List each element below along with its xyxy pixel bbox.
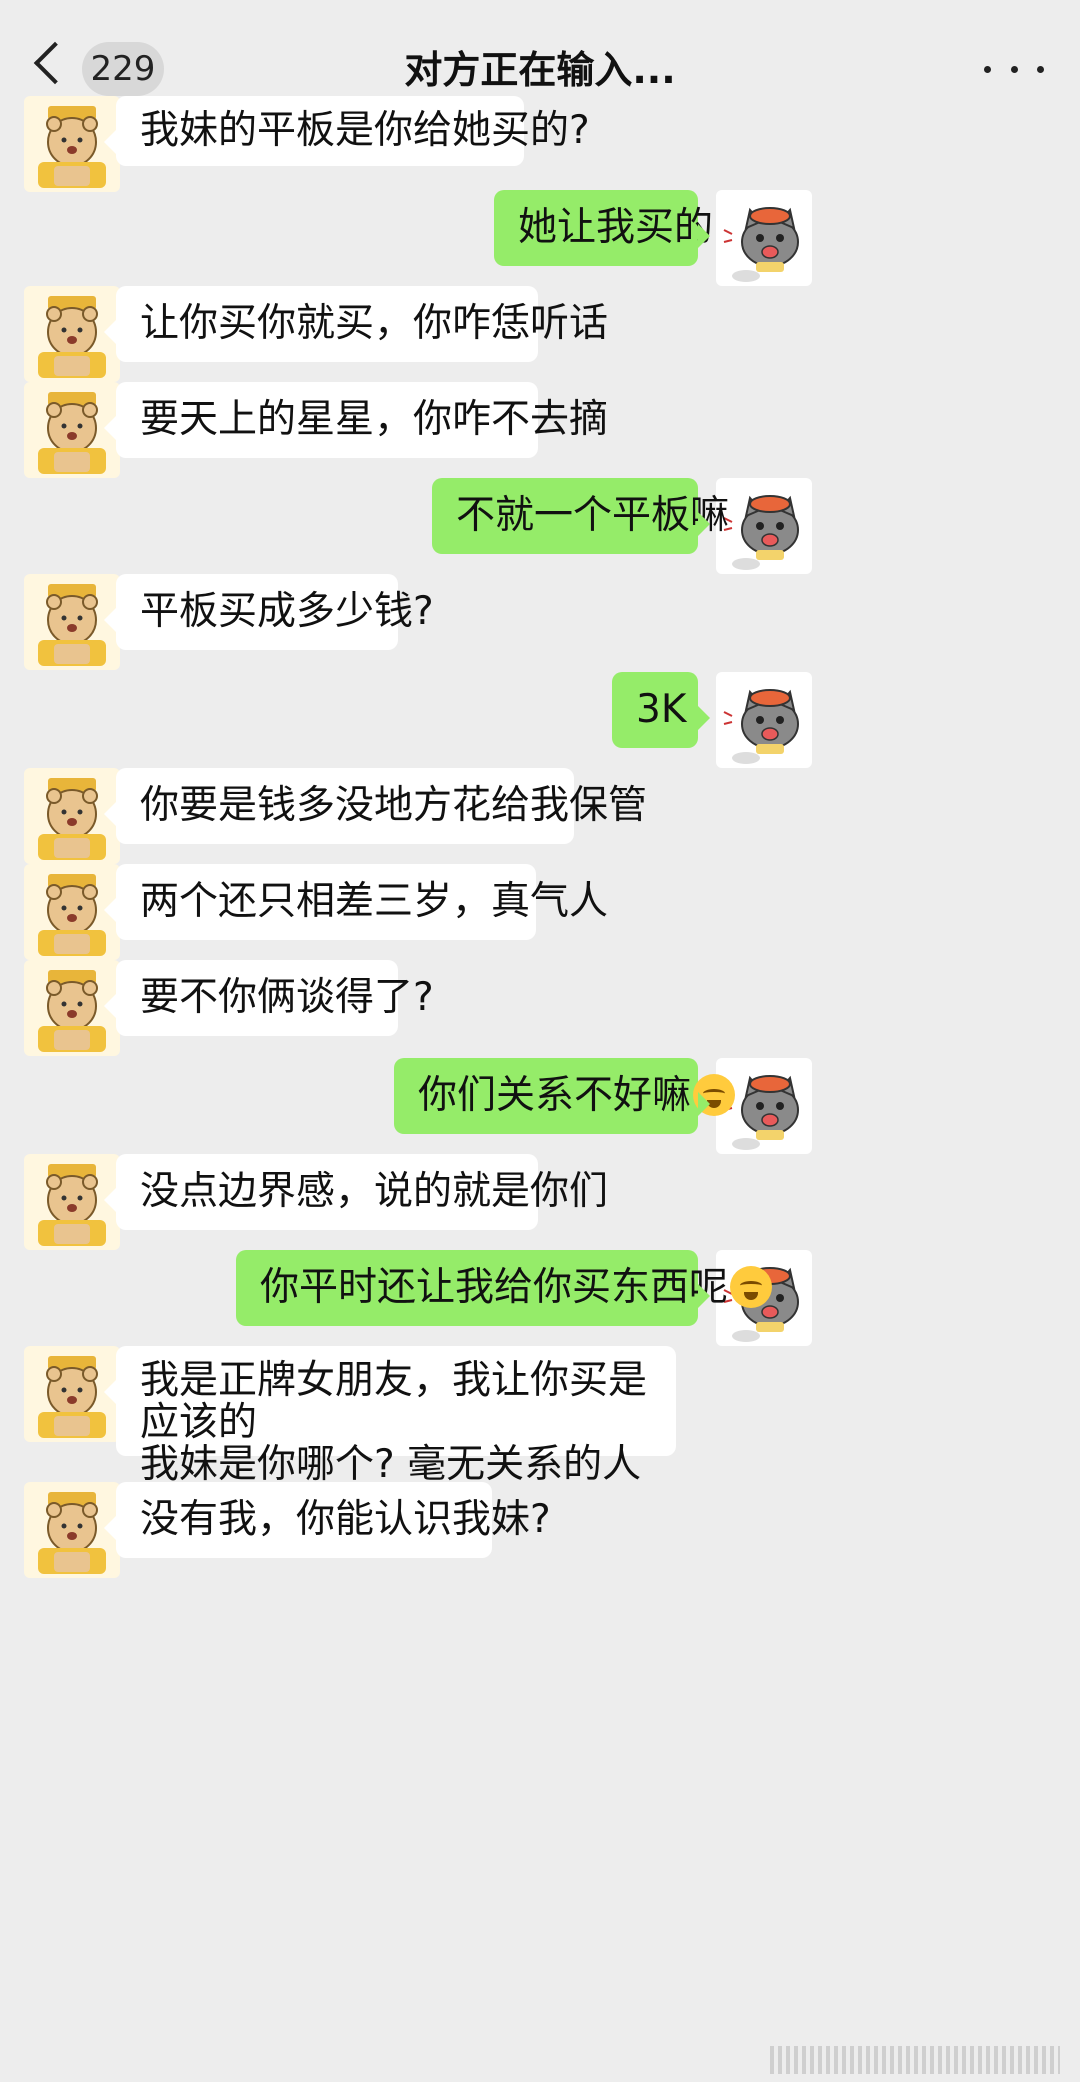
message-bubble-incoming[interactable]: 让你买你就买，你咋恁听话 [104,286,608,362]
message-bubble-incoming[interactable]: 两个还只相差三岁，真气人 [104,864,608,940]
message-bubble-incoming[interactable]: 我妹的平板是你给她买的? [104,96,590,166]
message-bubble-outgoing[interactable]: 你平时还让我给你买东西呢 [236,1250,773,1326]
message-bubble-outgoing[interactable]: 她让我买的 [494,190,713,266]
message-text: 我妹的平板是你给她买的? [140,108,590,153]
message-bubble-incoming[interactable]: 平板买成多少钱? [104,574,434,650]
message-bubble-incoming[interactable]: 没点边界感，说的就是你们 [104,1154,608,1230]
message-text: 3K [636,687,687,732]
message-text-line2: 我妹是你哪个? 毫无关系的人 [140,1442,642,1487]
message-text: 你要是钱多没地方花给我保管 [140,783,648,828]
message-bubble-outgoing[interactable]: 你们关系不好嘛 [394,1058,736,1134]
more-options-icon[interactable] [984,48,1044,90]
my-avatar[interactable] [716,672,812,768]
message-bubble-incoming[interactable]: 没有我，你能认识我妹? [104,1482,551,1558]
message-text: 我是正牌女朋友，我让你买是应该的 [140,1358,648,1445]
message-text: 不就一个平板嘛 [456,493,730,538]
message-text: 让你买你就买，你咋恁听话 [140,301,609,346]
message-bubble-outgoing[interactable]: 3K [612,672,710,748]
message-text: 要不你俩谈得了? [140,975,434,1020]
message-text: 没有我，你能认识我妹? [140,1497,551,1542]
laughing-tears-emoji-icon [730,1266,773,1308]
message-bubble-incoming[interactable]: 要天上的星星，你咋不去摘 [104,382,608,458]
message-text: 两个还只相差三岁，真气人 [140,879,609,924]
my-avatar[interactable] [716,190,812,286]
message-text: 你平时还让我给你买东西呢 [260,1265,729,1310]
message-bubble-incoming[interactable]: 要不你俩谈得了? [104,960,434,1036]
my-avatar[interactable] [716,478,812,574]
message-text: 平板买成多少钱? [140,589,434,634]
message-bubble-incoming[interactable]: 我是正牌女朋友，我让你买是应该的 我妹是你哪个? 毫无关系的人 [104,1346,676,1486]
laughing-tears-emoji-icon [693,1074,736,1116]
message-bubble-incoming[interactable]: 你要是钱多没地方花给我保管 [104,768,647,844]
watermark-logo [770,2046,1060,2074]
message-text: 要天上的星星，你咋不去摘 [140,397,609,442]
message-text: 没点边界感，说的就是你们 [140,1169,609,1214]
message-text: 你们关系不好嘛 [418,1073,692,1118]
message-bubble-outgoing[interactable]: 不就一个平板嘛 [432,478,729,554]
message-text: 她让我买的 [518,205,714,250]
